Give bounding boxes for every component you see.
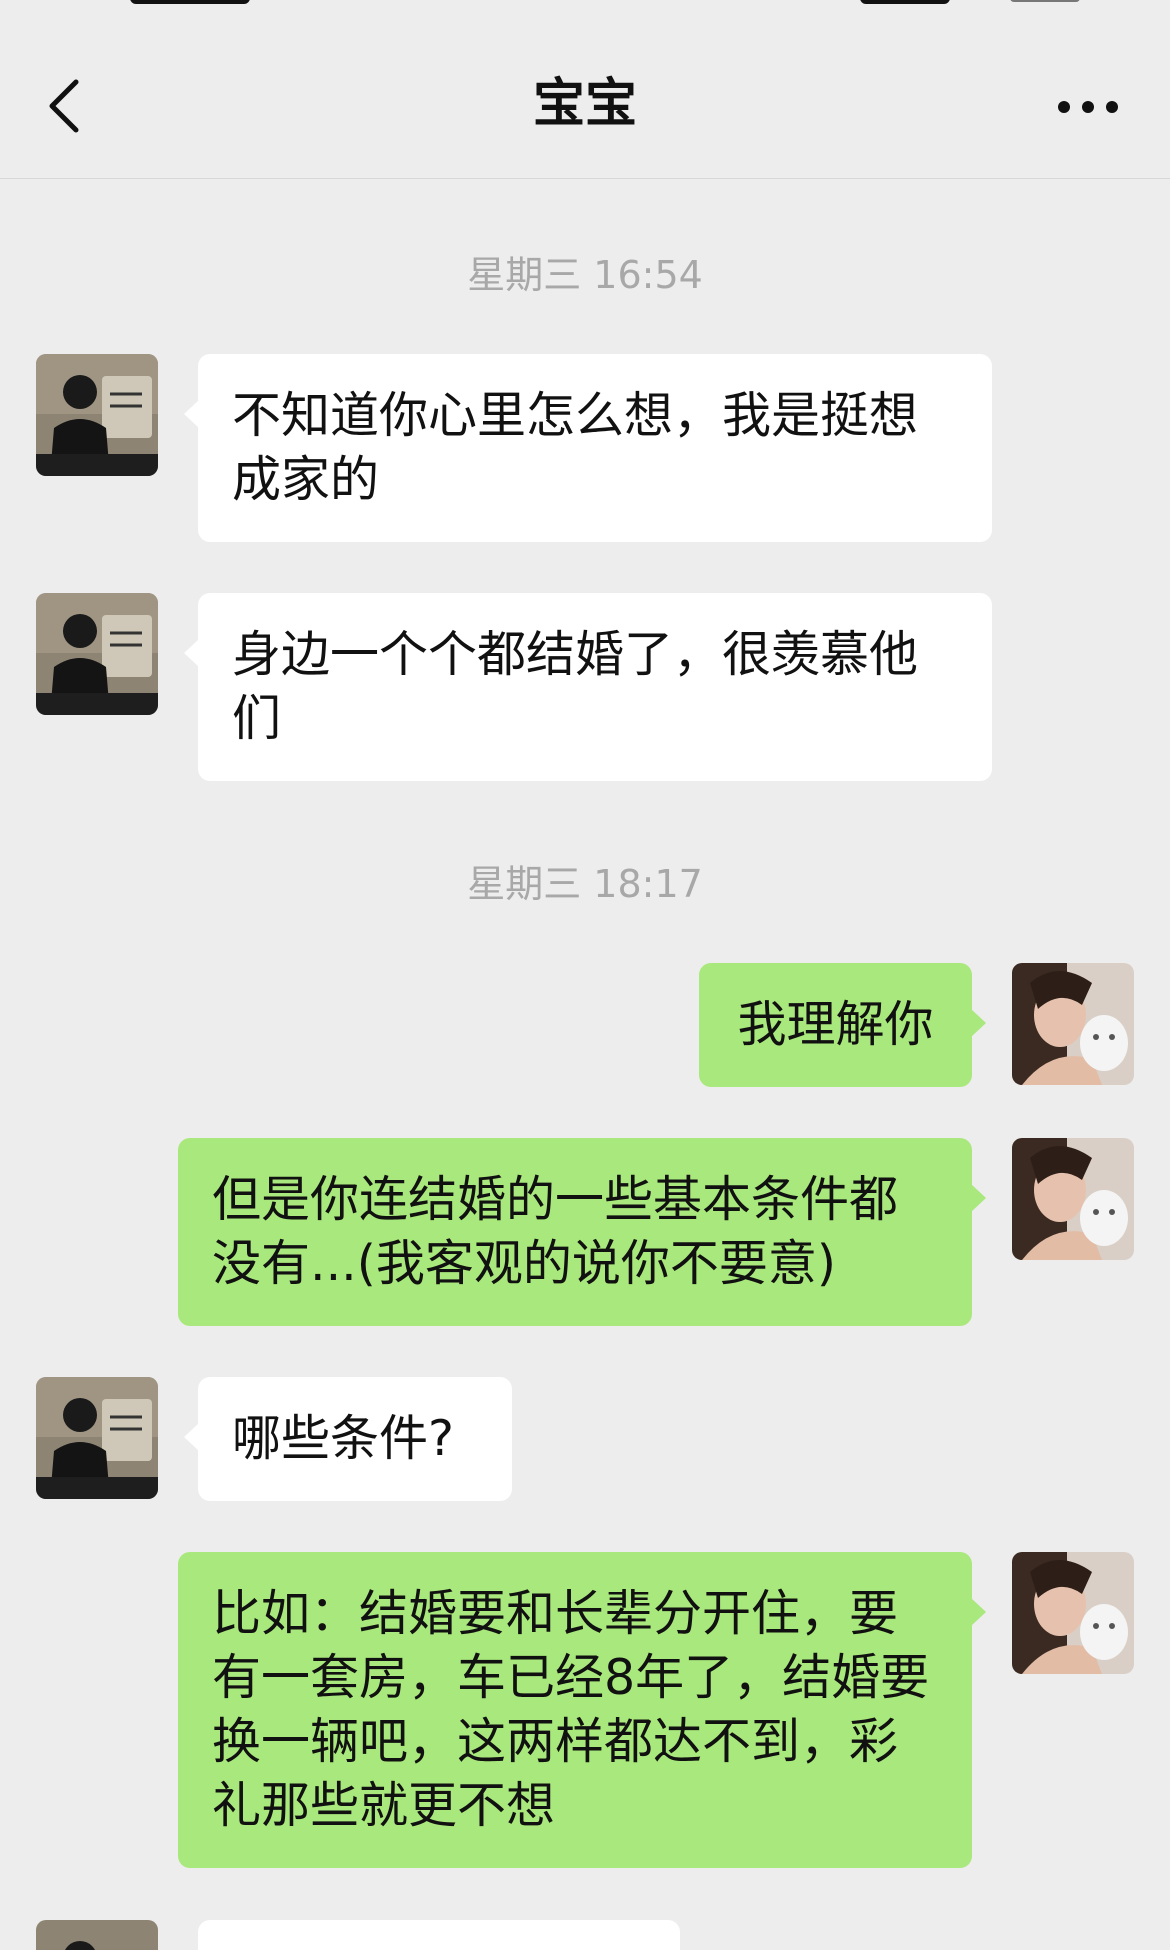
avatar-photo [1012,1552,1134,1674]
my-avatar[interactable] [1012,963,1134,1085]
message-bubble-outgoing[interactable]: 但是你连结婚的一些基本条件都没有...(我客观的说你不要意) [178,1138,986,1326]
message-bubble-incoming-partial[interactable] [198,1920,680,1950]
more-button[interactable] [1050,76,1130,136]
status-bar [0,0,1170,14]
chat-screen: 宝宝 星期三 16:54 不知道你心里怎么想，我是挺想成家的 身边一个个都结婚了… [0,0,1170,1950]
battery-icon [1010,0,1080,2]
avatar-photo [36,354,158,476]
timestamp: 星期三 16:54 [467,253,703,297]
contact-avatar[interactable] [36,354,158,476]
avatar-photo [36,593,158,715]
chat-title: 宝宝 [532,74,637,134]
my-avatar[interactable] [1012,1552,1134,1674]
avatar-photo [36,1377,158,1499]
contact-avatar[interactable] [36,1920,158,1950]
message-bubble-incoming[interactable]: 身边一个个都结婚了，很羡慕他们 [184,593,992,781]
avatar-photo [1012,1138,1134,1260]
avatar-photo [1012,963,1134,1085]
contact-avatar[interactable] [36,1377,158,1499]
back-button[interactable] [40,76,100,136]
signal-icon [860,0,950,4]
message-bubble-incoming[interactable]: 哪些条件? [184,1377,512,1501]
message-bubble-incoming[interactable]: 不知道你心里怎么想，我是挺想成家的 [184,354,992,542]
message-bubble-outgoing[interactable]: 我理解你 [699,963,986,1087]
timestamp: 星期三 18:17 [467,862,703,906]
status-time-remnant [130,0,250,4]
ellipsis-icon [1058,101,1118,113]
message-bubble-outgoing[interactable]: 比如：结婚要和长辈分开住，要有一套房，车已经8年了，结婚要换一辆吧，这两样都达不… [178,1552,986,1868]
my-avatar[interactable] [1012,1138,1134,1260]
contact-avatar[interactable] [36,593,158,715]
avatar-photo [36,1920,158,1950]
chevron-left-icon [49,79,79,133]
nav-bar: 宝宝 [0,30,1170,179]
